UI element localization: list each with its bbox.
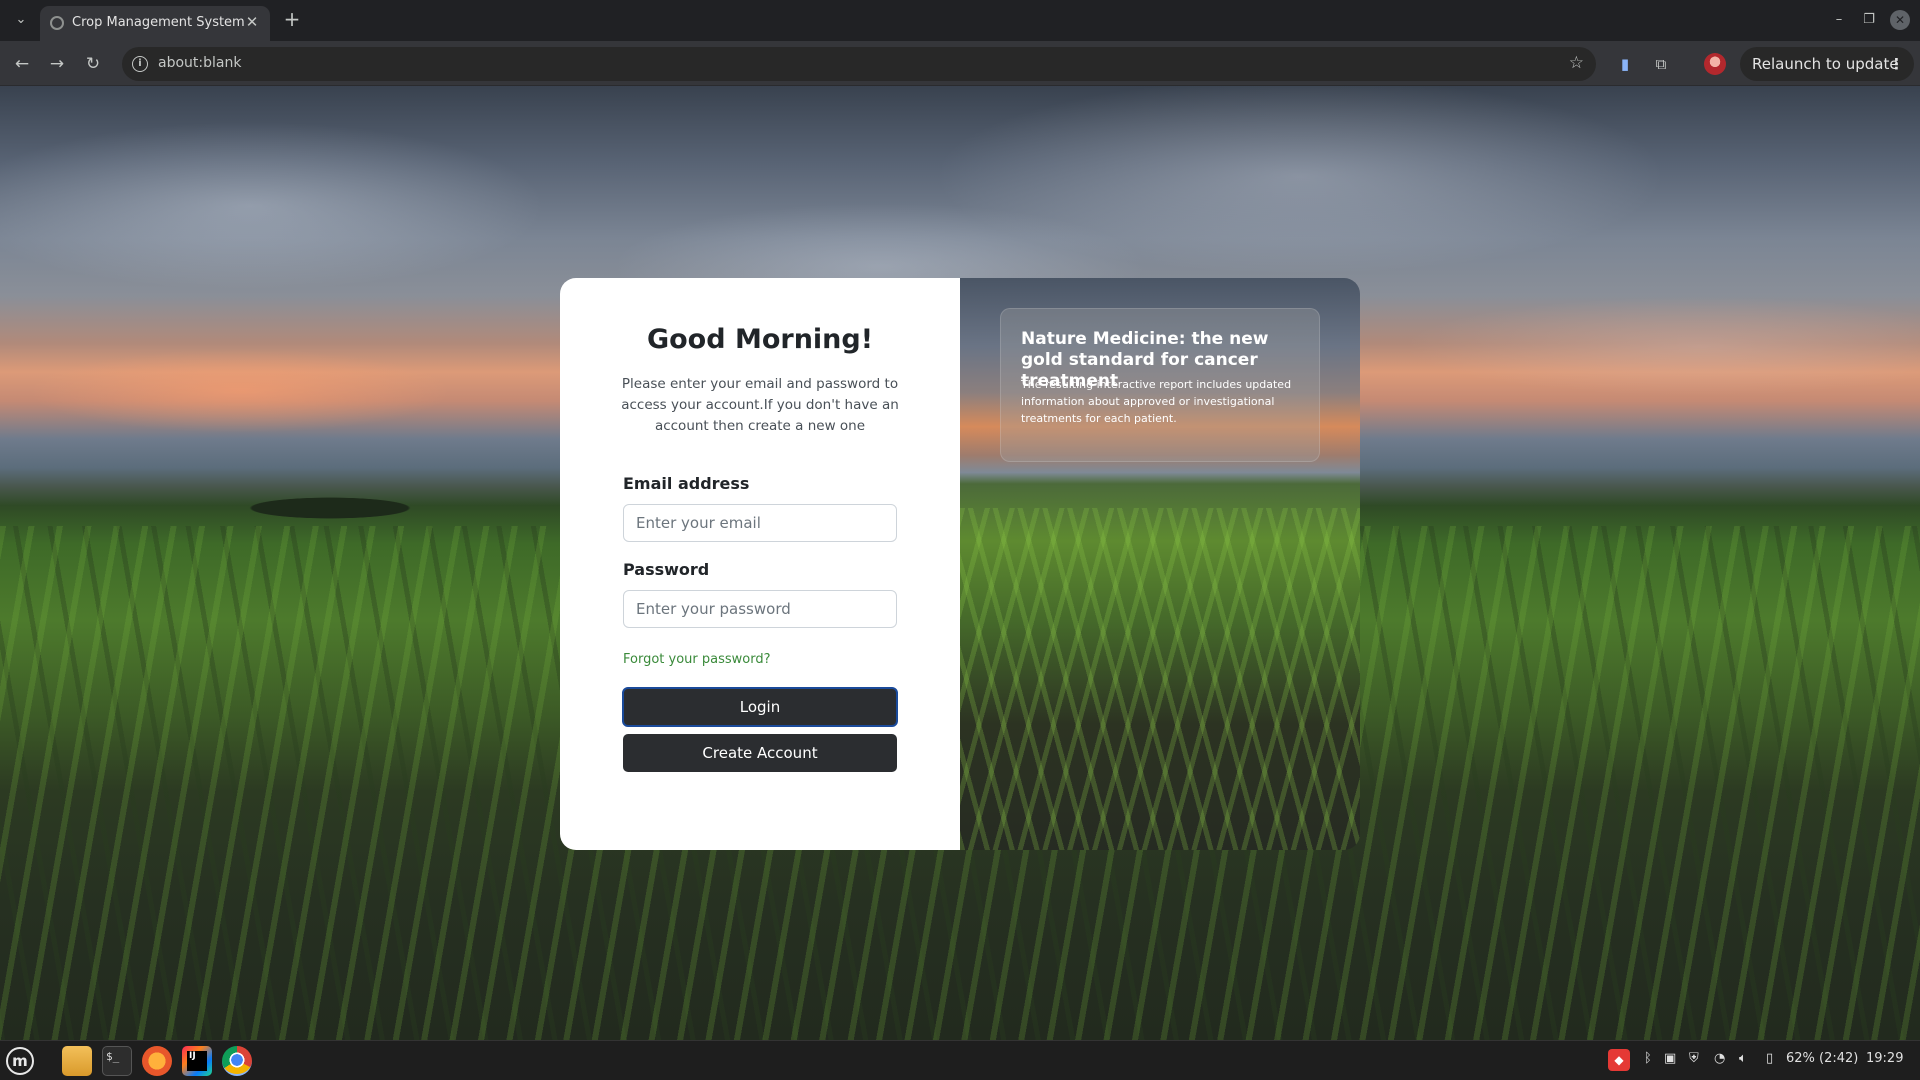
shield-icon[interactable]: ⛨ <box>1689 1051 1699 1066</box>
address-bar[interactable]: i about:blank ☆ <box>122 47 1596 81</box>
greeting-heading: Good Morning! <box>646 324 874 355</box>
extension-icon[interactable]: ▮ <box>1614 53 1636 75</box>
promo-field-image <box>960 508 1360 850</box>
intellij-icon[interactable]: IJ <box>182 1046 212 1076</box>
volume-icon[interactable]: 🔈︎ <box>1739 1051 1747 1066</box>
login-button[interactable]: Login <box>622 687 898 727</box>
minimize-icon[interactable]: – <box>1829 10 1849 30</box>
tab-title: Crop Management System <box>72 15 245 30</box>
battery-status[interactable]: 62% (2:42) <box>1786 1051 1858 1066</box>
close-icon[interactable]: ✕ <box>242 12 262 32</box>
promo-box: Nature Medicine: the new gold standard f… <box>1000 308 1320 462</box>
clipboard-icon[interactable]: ▣ <box>1664 1051 1676 1066</box>
bluetooth-icon[interactable]: ᛒ <box>1644 1051 1652 1066</box>
puzzle-icon[interactable]: ⧉ <box>1650 53 1672 75</box>
maximize-icon[interactable]: ❐ <box>1859 10 1879 30</box>
star-icon[interactable]: ☆ <box>1569 53 1584 73</box>
password-field[interactable] <box>623 590 897 628</box>
back-icon[interactable]: ← <box>10 52 34 76</box>
promo-text: The resulting interactive report include… <box>1021 378 1292 425</box>
forgot-password-link[interactable]: Forgot your password? <box>623 652 771 667</box>
create-account-button[interactable]: Create Account <box>623 734 897 772</box>
address-text[interactable]: about:blank <box>158 55 241 71</box>
tab-crop-management[interactable]: Crop Management System ✕ <box>40 6 270 41</box>
new-tab-button[interactable]: + <box>280 9 304 31</box>
os-taskbar: m $_ IJ ◆ ᛒ ▣ ⛨ ◔ 🔈︎ ▯ 62% (2:42) 19:29 <box>0 1040 1920 1080</box>
login-form-panel: Good Morning! Please enter your email an… <box>560 278 960 850</box>
terminal-icon[interactable]: $_ <box>102 1046 132 1076</box>
favicon-icon <box>50 16 64 30</box>
login-card: Good Morning! Please enter your email an… <box>560 278 1360 850</box>
promo-panel: Nature Medicine: the new gold standard f… <box>960 278 1360 850</box>
login-subtitle: Please enter your email and password to … <box>621 376 899 434</box>
page-viewport: Good Morning! Please enter your email an… <box>0 86 1920 1040</box>
firefox-icon[interactable] <box>142 1046 172 1076</box>
window-close-icon[interactable]: ✕ <box>1890 10 1910 30</box>
info-icon[interactable]: i <box>132 56 148 72</box>
email-field[interactable] <box>623 504 897 542</box>
clock[interactable]: 19:29 <box>1866 1051 1903 1066</box>
battery-icon[interactable]: ▯ <box>1766 1051 1773 1066</box>
profile-avatar[interactable] <box>1704 53 1726 75</box>
tab-list-icon[interactable]: ⌄ <box>10 9 32 31</box>
menu-icon[interactable]: ⋮ <box>1889 47 1904 81</box>
files-icon[interactable] <box>62 1046 92 1076</box>
browser-tabbar: ⌄ Crop Management System ✕ + – ❐ ✕ <box>0 0 1920 41</box>
relaunch-label: Relaunch to update <box>1752 55 1899 73</box>
email-label: Email address <box>623 474 750 493</box>
password-label: Password <box>623 560 710 579</box>
reload-icon[interactable]: ↻ <box>81 52 105 76</box>
treeline-background <box>200 488 460 522</box>
update-manager-icon[interactable]: ◆ <box>1608 1049 1630 1071</box>
relaunch-button[interactable]: Relaunch to update ⋮ <box>1740 47 1914 81</box>
browser-toolbar: ← → ↻ i about:blank ☆ ▮ ⧉ Relaunch to up… <box>0 41 1920 86</box>
forward-icon[interactable]: → <box>45 52 69 76</box>
mint-menu-icon[interactable]: m <box>6 1047 34 1075</box>
wifi-icon[interactable]: ◔ <box>1714 1051 1725 1066</box>
chrome-icon[interactable] <box>222 1046 252 1076</box>
